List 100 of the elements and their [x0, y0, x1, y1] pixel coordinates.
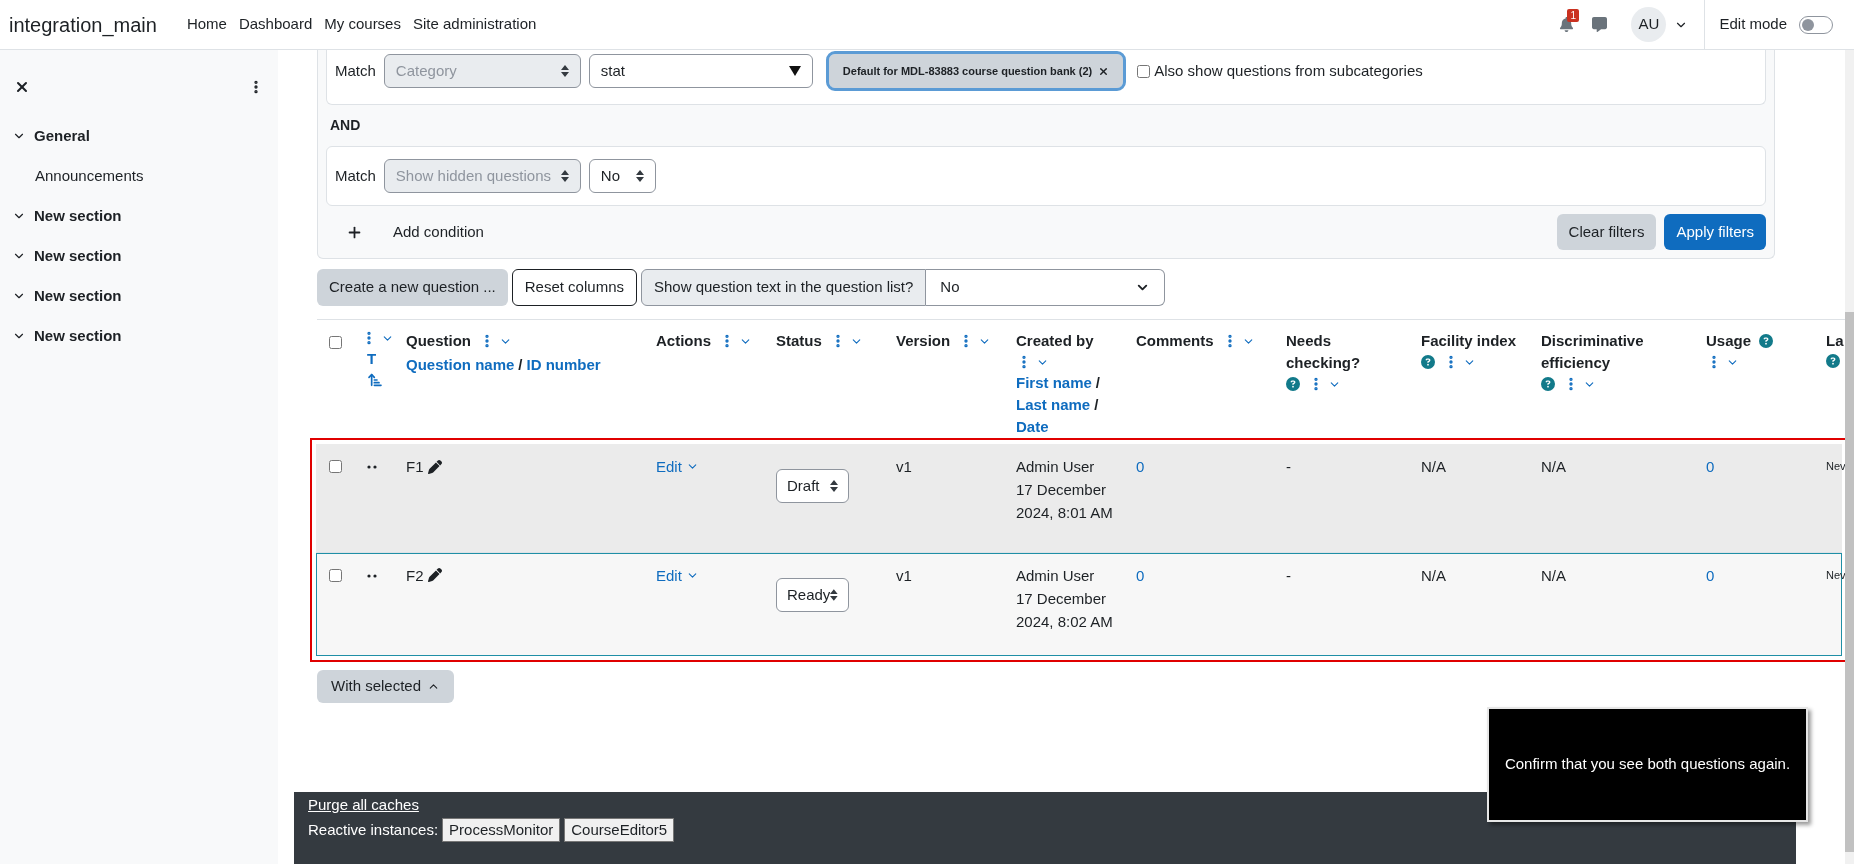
table-cell-text: N/A	[1421, 457, 1446, 477]
table-cell[interactable]: 0	[1136, 455, 1145, 478]
table-cell-text: N/A	[1421, 565, 1446, 586]
table-cell-text: N/A	[1541, 457, 1566, 477]
instance-button[interactable]: CourseEditor5	[564, 817, 675, 843]
tour-tooltip: Confirm that you see both questions again.	[1487, 707, 1808, 822]
subcategories-checkbox[interactable]	[1137, 64, 1151, 78]
section-title[interactable]: General	[34, 124, 90, 148]
instance-button[interactable]: ProcessMonitor	[442, 817, 561, 843]
section-title[interactable]: New section	[34, 244, 122, 268]
checkbox-label: Also show questions from subcategories	[1154, 60, 1423, 81]
pencil-icon[interactable]	[427, 459, 442, 474]
up-down-icon[interactable]	[635, 170, 644, 182]
edit-mode-toggle[interactable]	[1799, 15, 1833, 34]
sort-ascending-icon[interactable]	[367, 372, 383, 388]
up-down-icon[interactable]	[560, 170, 569, 182]
user-avatar[interactable]: AU	[1631, 7, 1667, 42]
and-label: AND	[329, 116, 362, 135]
help-icon[interactable]	[1421, 355, 1435, 369]
nav-link[interactable]: Site administration	[412, 13, 537, 36]
table-cell-text: v1	[896, 457, 912, 477]
question-name: F1	[406, 457, 424, 477]
sort-link[interactable]: T	[367, 348, 377, 370]
clear-filters-button[interactable]: Clear filters	[1556, 214, 1657, 250]
table-cell[interactable]: 0	[1706, 563, 1715, 587]
add-condition-button[interactable]: Add condition	[393, 220, 484, 244]
close-icon[interactable]	[14, 79, 30, 95]
column-title: Usage	[1706, 331, 1752, 351]
up-down-icon[interactable]	[560, 65, 569, 77]
sort-link[interactable]: First name	[1016, 372, 1092, 394]
up-down-icon[interactable]	[830, 588, 838, 601]
created-date: 17 December 2024, 8:02 AM	[1016, 588, 1114, 632]
nav-link[interactable]: Home	[186, 13, 227, 36]
column-title: La	[1826, 331, 1844, 351]
sort-link[interactable]: Last name	[1016, 394, 1091, 416]
row-checkbox[interactable]	[329, 568, 342, 582]
pencil-icon[interactable]	[427, 568, 442, 583]
site-name[interactable]: integration_main	[9, 9, 157, 40]
remove-icon[interactable]	[1098, 65, 1110, 77]
table-cell-text: -	[1286, 457, 1291, 477]
category-chip[interactable]: Default for MDL-83883 course question bank (2)	[828, 54, 1124, 88]
help-icon[interactable]	[1541, 377, 1555, 391]
create-question-button[interactable]: Create a new question ...	[317, 269, 508, 306]
sort-link[interactable]: Question name	[406, 354, 515, 376]
table-cell-text: v1	[896, 565, 912, 586]
row-checkbox[interactable]	[329, 460, 342, 473]
sort-link[interactable]: ID number	[526, 354, 601, 376]
match-label: Match	[335, 165, 376, 186]
value-select[interactable]: No	[588, 159, 656, 193]
edit-menu-link[interactable]: Edit	[656, 563, 699, 587]
section-title[interactable]: New section	[34, 284, 122, 308]
reset-columns-button[interactable]: Reset columns	[511, 269, 637, 306]
nav-link[interactable]: Dashboard	[238, 13, 313, 36]
with-selected-button[interactable]: With selected	[317, 670, 455, 703]
notification-badge: 1	[1567, 9, 1579, 22]
column-title: Facility index	[1421, 331, 1517, 351]
column-title: Actions	[656, 331, 711, 351]
table-cell-text: Admin User	[1016, 457, 1096, 477]
column-title: Status	[776, 331, 822, 351]
column-title: Comments	[1136, 331, 1214, 351]
section-title[interactable]: New section	[34, 324, 122, 348]
edit-menu-link[interactable]: Edit	[656, 455, 699, 478]
table-cell-text: -	[1286, 565, 1291, 586]
table-cell[interactable]: 0	[1136, 563, 1145, 587]
column-title: Version	[896, 331, 951, 351]
question-type-icon	[367, 465, 377, 469]
nav-link[interactable]: My courses	[324, 13, 401, 36]
separator: /	[1094, 395, 1099, 415]
table-cell-text: N/A	[1541, 565, 1566, 586]
sort-link[interactable]: Date	[1016, 416, 1049, 438]
question-type-icon	[367, 573, 377, 578]
column-title: Created by	[1016, 331, 1094, 351]
question-name: F2	[406, 565, 424, 586]
reactive-label: Reactive instances:	[308, 819, 439, 840]
column-title: Discriminative efficiency	[1541, 331, 1645, 373]
separator: /	[518, 355, 523, 375]
help-icon[interactable]	[1826, 354, 1840, 368]
table-cell[interactable]: 0	[1706, 455, 1715, 478]
section-item[interactable]: Announcements	[0, 156, 278, 196]
status-select[interactable]: Draft	[776, 469, 849, 503]
select-all-checkbox[interactable]	[329, 336, 342, 349]
section-title[interactable]: New section	[34, 204, 122, 228]
scrollbar[interactable]	[1845, 312, 1854, 852]
category-value-select[interactable]: stat	[588, 54, 813, 88]
status-select[interactable]: Ready	[776, 577, 849, 612]
edit-mode-label: Edit mode	[1719, 14, 1787, 35]
separator: /	[1095, 373, 1101, 393]
show-text-label: Show question text in the question list?	[641, 269, 927, 306]
table-cell-text: Admin User	[1016, 565, 1096, 586]
help-icon[interactable]	[1286, 377, 1300, 391]
match-label: Match	[335, 60, 376, 81]
column-title: Question	[406, 331, 471, 351]
up-down-icon[interactable]	[830, 480, 838, 492]
apply-filters-button[interactable]: Apply filters	[1664, 214, 1766, 250]
message-icon[interactable]	[1592, 17, 1608, 32]
table-cell-text: Nev	[1826, 459, 1845, 474]
dropdown-arrow-icon[interactable]	[788, 66, 801, 76]
help-icon[interactable]	[1759, 334, 1774, 348]
created-date: 17 December 2024, 8:01 AM	[1016, 480, 1114, 523]
show-text-select[interactable]: No	[926, 269, 1166, 306]
